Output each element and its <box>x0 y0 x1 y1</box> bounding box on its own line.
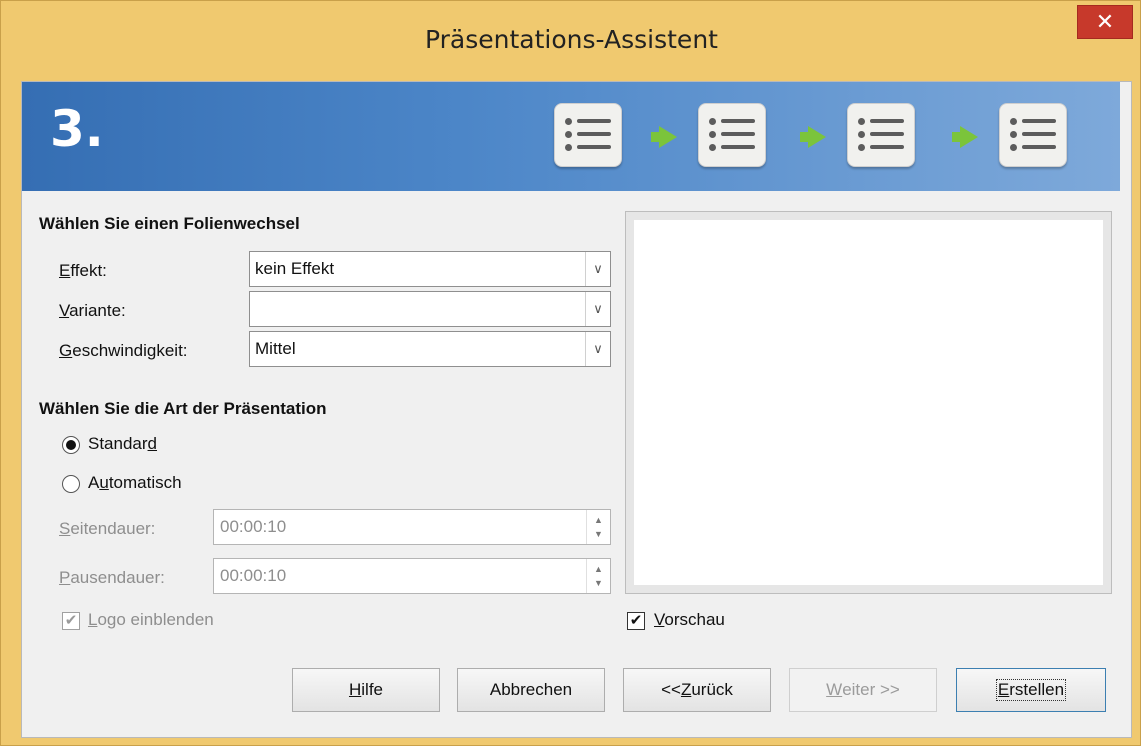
next-button[interactable]: Weiter >> <box>789 668 937 712</box>
transition-heading: Wählen Sie einen Folienwechsel <box>39 214 300 233</box>
preview-pane <box>625 211 1112 594</box>
spin-arrows-icon[interactable]: ▲ ▼ <box>586 510 610 544</box>
spin-arrows-icon[interactable]: ▲ ▼ <box>586 559 610 593</box>
create-button[interactable]: Erstellen <box>956 668 1106 712</box>
standard-radio[interactable] <box>62 436 80 454</box>
presentation-type-heading: Wählen Sie die Art der Präsentation <box>39 399 327 418</box>
title-bar[interactable]: Präsentations-Assistent ✕ <box>1 1 1141 81</box>
automatic-label[interactable]: Automatisch <box>88 473 182 493</box>
step-banner: 3. <box>22 82 1120 191</box>
help-button[interactable]: Hilfe <box>292 668 440 712</box>
arrow-right-icon <box>952 126 978 148</box>
variant-select[interactable]: ∨ <box>249 291 611 327</box>
list-icon <box>999 103 1067 167</box>
speed-value: Mittel <box>255 339 296 358</box>
wizard-window: Präsentations-Assistent ✕ 3. Wählen Sie … <box>0 0 1141 746</box>
back-button[interactable]: << Zurück <box>623 668 771 712</box>
pause-duration-label: Pausendauer: <box>59 568 165 587</box>
close-icon: ✕ <box>1095 9 1115 34</box>
effect-value: kein Effekt <box>255 259 335 278</box>
arrow-right-icon <box>651 126 677 148</box>
chevron-down-icon[interactable]: ∨ <box>585 292 610 326</box>
page-duration-spinner[interactable]: 00:00:10 ▲ ▼ <box>213 509 611 545</box>
preview-label[interactable]: Vorschau <box>654 610 725 630</box>
logo-checkbox[interactable]: ✔ <box>62 612 80 630</box>
dialog-body: 3. Wählen Sie einen Folienwechsel Effekt… <box>21 81 1132 738</box>
logo-label[interactable]: Logo einblenden <box>88 610 214 630</box>
page-duration-label: Seitendauer: <box>59 519 156 538</box>
automatic-radio[interactable] <box>62 475 80 493</box>
cancel-button[interactable]: Abbrechen <box>457 668 605 712</box>
speed-label: Geschwindigkeit: <box>59 341 188 360</box>
close-button[interactable]: ✕ <box>1077 5 1133 39</box>
list-icon <box>698 103 766 167</box>
effect-label: Effekt: <box>59 261 107 280</box>
standard-label[interactable]: Standard <box>88 434 157 454</box>
pause-duration-spinner[interactable]: 00:00:10 ▲ ▼ <box>213 558 611 594</box>
chevron-down-icon[interactable]: ∨ <box>585 332 610 366</box>
effect-select[interactable]: kein Effekt ∨ <box>249 251 611 287</box>
list-icon <box>554 103 622 167</box>
speed-select[interactable]: Mittel ∨ <box>249 331 611 367</box>
page-duration-value: 00:00:10 <box>220 517 287 536</box>
preview-checkbox[interactable]: ✔ <box>627 612 645 630</box>
pause-duration-value: 00:00:10 <box>220 566 287 585</box>
variant-label: Variante: <box>59 301 126 320</box>
list-icon <box>847 103 915 167</box>
arrow-right-icon <box>800 126 826 148</box>
window-title: Präsentations-Assistent <box>425 25 718 54</box>
chevron-down-icon[interactable]: ∨ <box>585 252 610 286</box>
step-number: 3. <box>50 100 104 158</box>
